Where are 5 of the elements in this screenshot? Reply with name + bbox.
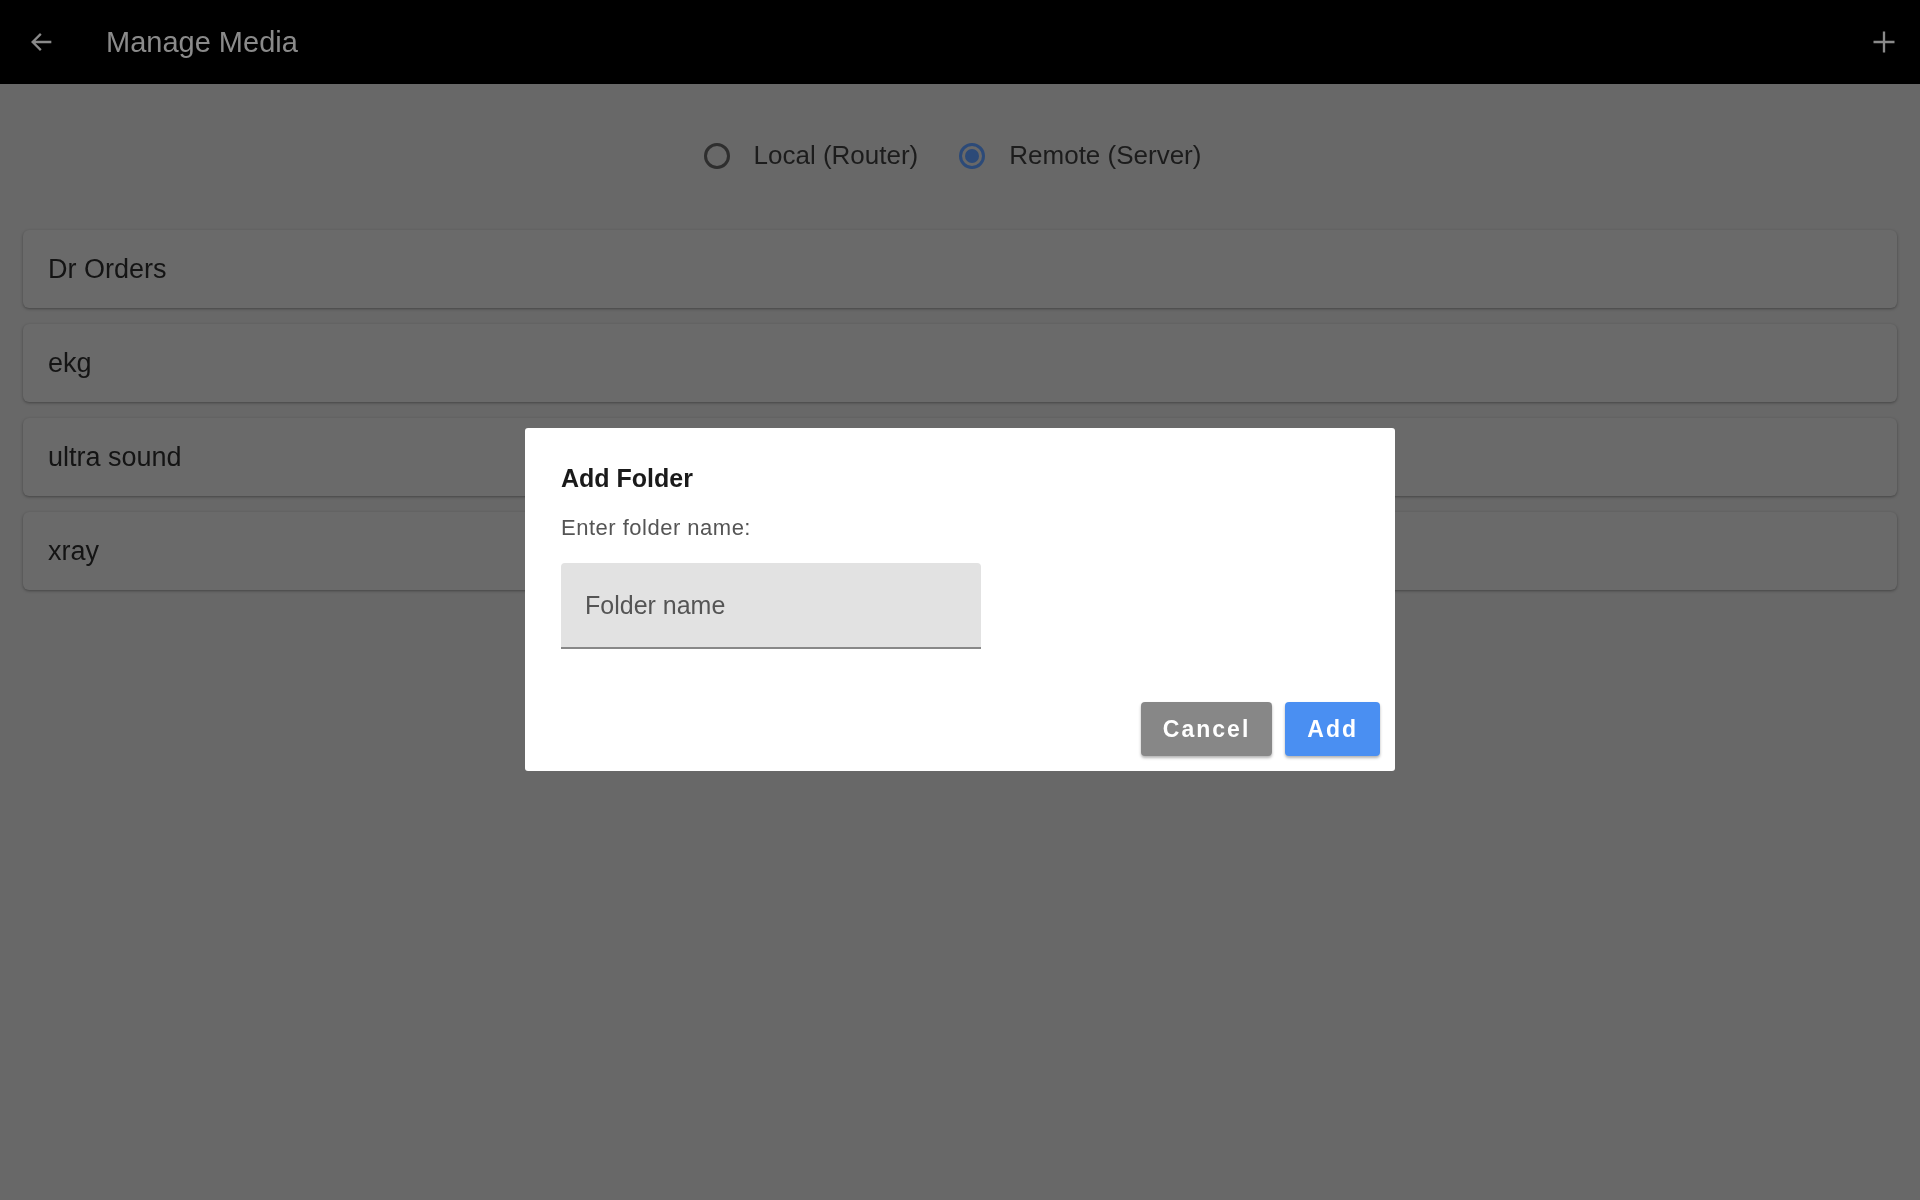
dialog-title: Add Folder	[561, 464, 694, 493]
app-title: Manage Media	[106, 25, 299, 59]
field-label: Enter folder name:	[561, 515, 752, 541]
radio-label: Local (Router)	[753, 140, 919, 171]
radio-label: Remote (Server)	[1009, 140, 1202, 171]
